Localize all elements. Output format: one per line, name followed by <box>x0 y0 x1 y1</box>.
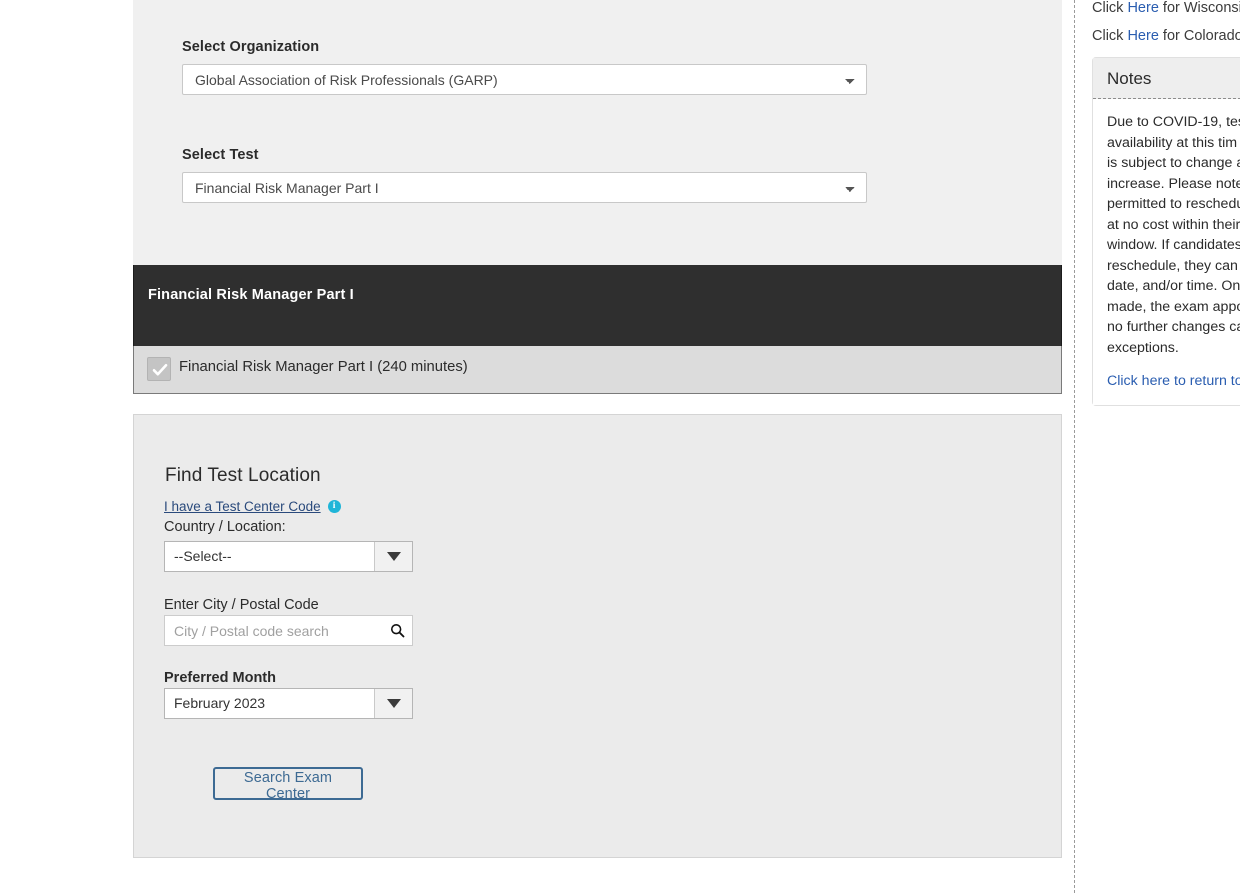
notes-text: Due to COVID-19, tes availability at thi… <box>1107 114 1240 356</box>
month-dropdown-button[interactable] <box>374 689 412 718</box>
test-field-group: Select Test Financial Risk Manager Part … <box>182 147 867 203</box>
organization-select[interactable]: Global Association of Risk Professionals… <box>182 64 867 95</box>
find-test-location-title: Find Test Location <box>165 465 321 486</box>
colorado-prefix: Click <box>1092 28 1128 44</box>
country-label: Country / Location: <box>164 519 286 535</box>
selection-section: Select Organization Global Association o… <box>133 0 1062 265</box>
exam-banner-title: Financial Risk Manager Part I <box>148 287 354 303</box>
test-label: Select Test <box>182 147 259 163</box>
checkmark-icon <box>152 363 168 376</box>
city-search-box[interactable] <box>164 615 413 646</box>
preferred-month-value: February 2023 <box>174 695 266 711</box>
exam-banner: Financial Risk Manager Part I <box>133 265 1062 346</box>
chevron-down-icon <box>386 699 401 708</box>
test-center-code-link[interactable]: I have a Test Center Code <box>164 499 321 514</box>
country-select-value: --Select-- <box>174 548 232 564</box>
wisconsin-prefix: Click <box>1092 0 1128 16</box>
organization-field-group: Select Organization Global Association o… <box>182 39 867 95</box>
wisconsin-suffix: for Wisconsi <box>1158 0 1240 16</box>
preferred-month-label: Preferred Month <box>164 670 276 686</box>
search-exam-center-button[interactable]: Search Exam Center <box>213 767 363 802</box>
organization-label: Select Organization <box>182 39 320 55</box>
wisconsin-link-line: Click Here for Wisconsi <box>1092 0 1240 16</box>
right-sidebar: Click Here for Wisconsi Click Here for C… <box>1085 0 1240 893</box>
test-center-code-row: I have a Test Center Code i <box>164 499 341 514</box>
country-select[interactable]: --Select-- <box>164 541 413 572</box>
colorado-link[interactable]: Here <box>1127 28 1158 44</box>
colorado-link-line: Click Here for Colorado <box>1092 28 1240 44</box>
info-icon[interactable]: i <box>327 500 341 513</box>
column-divider <box>1074 0 1075 893</box>
city-label: Enter City / Postal Code <box>164 597 319 613</box>
city-search-input[interactable] <box>165 621 382 640</box>
exam-selection-row[interactable]: Financial Risk Manager Part I (240 minut… <box>133 346 1062 394</box>
country-dropdown-button[interactable] <box>374 542 412 571</box>
wisconsin-link[interactable]: Here <box>1127 0 1158 16</box>
notes-card: Notes Due to COVID-19, tes availability … <box>1092 57 1240 406</box>
search-icon[interactable] <box>382 623 412 638</box>
notes-title: Notes <box>1107 69 1152 88</box>
preferred-month-select[interactable]: February 2023 <box>164 688 413 719</box>
page-root: Select Organization Global Association o… <box>0 0 1240 893</box>
find-test-location-panel: Find Test Location I have a Test Center … <box>133 414 1062 858</box>
notes-body: Due to COVID-19, tes availability at thi… <box>1093 99 1240 405</box>
test-select[interactable]: Financial Risk Manager Part I <box>182 172 867 203</box>
chevron-down-icon <box>386 552 401 561</box>
notes-header: Notes <box>1093 58 1240 99</box>
main-content-column: Select Organization Global Association o… <box>133 0 1062 893</box>
notes-return-link[interactable]: Click here to return to <box>1107 373 1240 389</box>
exam-checkbox[interactable] <box>147 357 171 381</box>
exam-row-label: Financial Risk Manager Part I (240 minut… <box>179 359 468 375</box>
colorado-suffix: for Colorado <box>1158 28 1240 44</box>
